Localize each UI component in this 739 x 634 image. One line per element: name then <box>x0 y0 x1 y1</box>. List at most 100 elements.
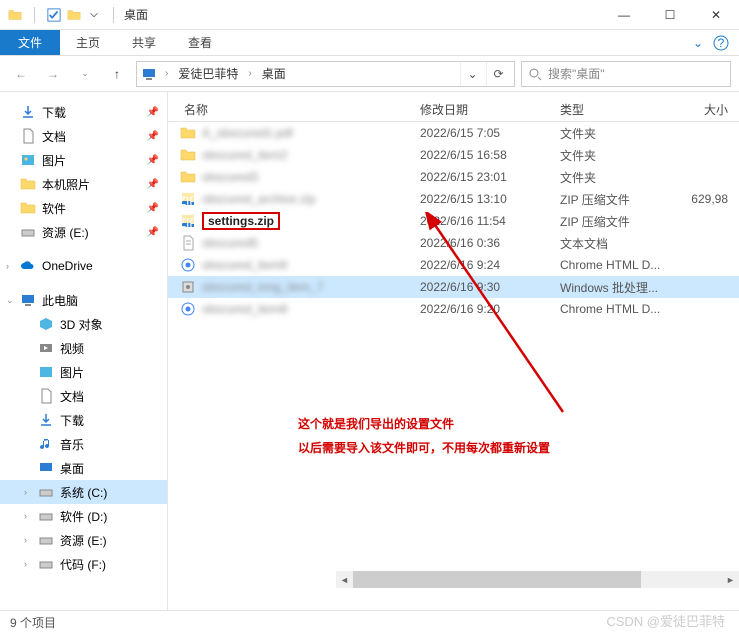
sidebar-item-music[interactable]: 音乐 <box>0 432 167 456</box>
file-list[interactable]: A_obscured1.pdf2022/6/15 7:05文件夹obscured… <box>168 122 739 612</box>
minimize-button[interactable]: — <box>601 0 647 30</box>
file-name: obscured_item8 <box>202 302 287 316</box>
sidebar-item-software[interactable]: 软件📌 <box>0 196 167 220</box>
pin-icon: 📌 <box>147 227 159 238</box>
col-date[interactable]: 修改日期 <box>420 101 560 118</box>
file-row[interactable]: obscured52022/6/16 0:36文本文档 <box>168 232 739 254</box>
watermark: CSDN @爱徒巴菲特 <box>606 611 725 630</box>
chevron-down-icon[interactable] <box>87 8 101 22</box>
search-icon <box>528 67 542 81</box>
tab-share[interactable]: 共享 <box>116 30 172 55</box>
back-button[interactable]: ← <box>8 61 34 87</box>
document-icon <box>38 388 54 404</box>
scroll-left-button[interactable]: ◄ <box>336 571 353 588</box>
sidebar-item-code-f[interactable]: ›代码 (F:) <box>0 552 167 576</box>
file-date: 2022/6/16 0:36 <box>420 236 560 250</box>
sidebar-item-videos[interactable]: 视频 <box>0 336 167 360</box>
item-count: 9 个项目 <box>10 614 56 631</box>
file-view: 名称 修改日期 类型 大小 A_obscured1.pdf2022/6/15 7… <box>168 92 739 612</box>
forward-button[interactable]: → <box>40 61 66 87</box>
file-type: 文件夹 <box>560 147 678 164</box>
sidebar-item-desktop[interactable]: 桌面 <box>0 456 167 480</box>
scrollbar-thumb[interactable] <box>353 571 641 588</box>
folder-icon <box>20 176 36 192</box>
sidebar-item-documents[interactable]: 文档📌 <box>0 124 167 148</box>
tab-home[interactable]: 主页 <box>60 30 116 55</box>
file-row[interactable]: obscured_long_item_72022/6/16 9:30Window… <box>168 276 739 298</box>
chevron-down-icon[interactable]: ⌄ <box>6 295 14 306</box>
picture-icon <box>38 364 54 380</box>
cloud-icon <box>20 258 36 274</box>
pin-icon: 📌 <box>147 179 159 190</box>
sidebar-item-res-e[interactable]: ›资源 (E:) <box>0 528 167 552</box>
file-row[interactable]: obscured32022/6/15 23:01文件夹 <box>168 166 739 188</box>
annotation-text: 这个就是我们导出的设置文件 以后需要导入该文件即可，不用每次都重新设置 <box>298 412 550 460</box>
sidebar-item-onedrive[interactable]: ›OneDrive <box>0 254 167 278</box>
file-name: obscured_long_item_7 <box>202 280 323 294</box>
chevron-right-icon[interactable]: › <box>24 511 27 521</box>
file-row[interactable]: obscured_item82022/6/16 9:20Chrome HTML … <box>168 298 739 320</box>
recent-dropdown[interactable]: ⌄ <box>72 61 98 87</box>
pin-icon: 📌 <box>147 107 159 118</box>
address-box[interactable]: › 爱徒巴菲特 › 桌面 ⌄ ⟳ <box>136 61 515 87</box>
file-type: ZIP 压缩文件 <box>560 191 678 208</box>
file-date: 2022/6/16 11:54 <box>420 214 560 228</box>
sidebar-item-this-pc[interactable]: ⌄此电脑 <box>0 288 167 312</box>
file-row[interactable]: ZIPsettings.zip2022/6/16 11:54ZIP 压缩文件 <box>168 210 739 232</box>
sidebar-item-resources[interactable]: 资源 (E:)📌 <box>0 220 167 244</box>
maximize-button[interactable]: ☐ <box>647 0 693 30</box>
chevron-right-icon[interactable]: › <box>24 535 27 545</box>
sidebar-item-system-c[interactable]: ›系统 (C:) <box>0 480 167 504</box>
column-headers[interactable]: 名称 修改日期 类型 大小 <box>168 92 739 122</box>
horizontal-scrollbar[interactable]: ◄ ► <box>336 571 739 588</box>
cube-icon <box>38 316 54 332</box>
pin-icon: 📌 <box>147 203 159 214</box>
col-size[interactable]: 大小 <box>678 101 728 118</box>
ribbon: 文件 主页 共享 查看 ⌄ ? <box>0 30 739 56</box>
breadcrumb[interactable]: › 爱徒巴菲特 › 桌面 <box>161 63 290 84</box>
chevron-right-icon[interactable]: › <box>24 559 27 569</box>
navigation-pane[interactable]: 下载📌 文档📌 图片📌 本机照片📌 软件📌 资源 (E:)📌 ›OneDrive… <box>0 92 168 612</box>
file-type: Chrome HTML D... <box>560 302 678 316</box>
drive-icon <box>38 532 54 548</box>
sidebar-item-downloads2[interactable]: 下载 <box>0 408 167 432</box>
sidebar-item-3d-objects[interactable]: 3D 对象 <box>0 312 167 336</box>
sidebar-item-local-photos[interactable]: 本机照片📌 <box>0 172 167 196</box>
sidebar-item-soft-d[interactable]: ›软件 (D:) <box>0 504 167 528</box>
refresh-button[interactable]: ⟳ <box>486 62 510 86</box>
file-row[interactable]: obscured_item62022/6/16 9:24Chrome HTML … <box>168 254 739 276</box>
file-type: 文本文档 <box>560 235 678 252</box>
expand-ribbon-icon[interactable]: ⌄ <box>693 36 703 50</box>
help-icon[interactable]: ? <box>713 35 729 51</box>
file-date: 2022/6/15 16:58 <box>420 148 560 162</box>
desktop-icon <box>38 460 54 476</box>
address-dropdown[interactable]: ⌄ <box>460 62 484 86</box>
file-row[interactable]: obscured_item22022/6/15 16:58文件夹 <box>168 144 739 166</box>
window-controls: — ☐ ✕ <box>601 0 739 30</box>
folder-small-icon[interactable] <box>67 8 81 22</box>
drive-icon <box>20 224 36 240</box>
col-name[interactable]: 名称 <box>168 101 420 118</box>
chevron-right-icon[interactable]: › <box>6 261 9 271</box>
scroll-right-button[interactable]: ► <box>722 571 739 588</box>
sidebar-item-downloads[interactable]: 下载📌 <box>0 100 167 124</box>
download-icon <box>20 104 36 120</box>
file-row[interactable]: ZIPobscured_archive.zip2022/6/15 13:10ZI… <box>168 188 739 210</box>
crumb-user[interactable]: 爱徒巴菲特 <box>174 63 242 84</box>
up-button[interactable]: ↑ <box>104 61 130 87</box>
sidebar-item-documents2[interactable]: 文档 <box>0 384 167 408</box>
file-row[interactable]: A_obscured1.pdf2022/6/15 7:05文件夹 <box>168 122 739 144</box>
search-input[interactable]: 搜索"桌面" <box>521 61 731 87</box>
pin-icon: 📌 <box>147 155 159 166</box>
sidebar-item-pictures[interactable]: 图片📌 <box>0 148 167 172</box>
col-type[interactable]: 类型 <box>560 101 678 118</box>
checkbox-icon[interactable] <box>47 8 61 22</box>
close-button[interactable]: ✕ <box>693 0 739 30</box>
crumb-desktop[interactable]: 桌面 <box>258 63 290 84</box>
file-type: Windows 批处理... <box>560 279 678 296</box>
sidebar-item-pictures2[interactable]: 图片 <box>0 360 167 384</box>
tab-file[interactable]: 文件 <box>0 30 60 55</box>
drive-icon <box>38 556 54 572</box>
chevron-right-icon[interactable]: › <box>24 487 27 497</box>
tab-view[interactable]: 查看 <box>172 30 228 55</box>
